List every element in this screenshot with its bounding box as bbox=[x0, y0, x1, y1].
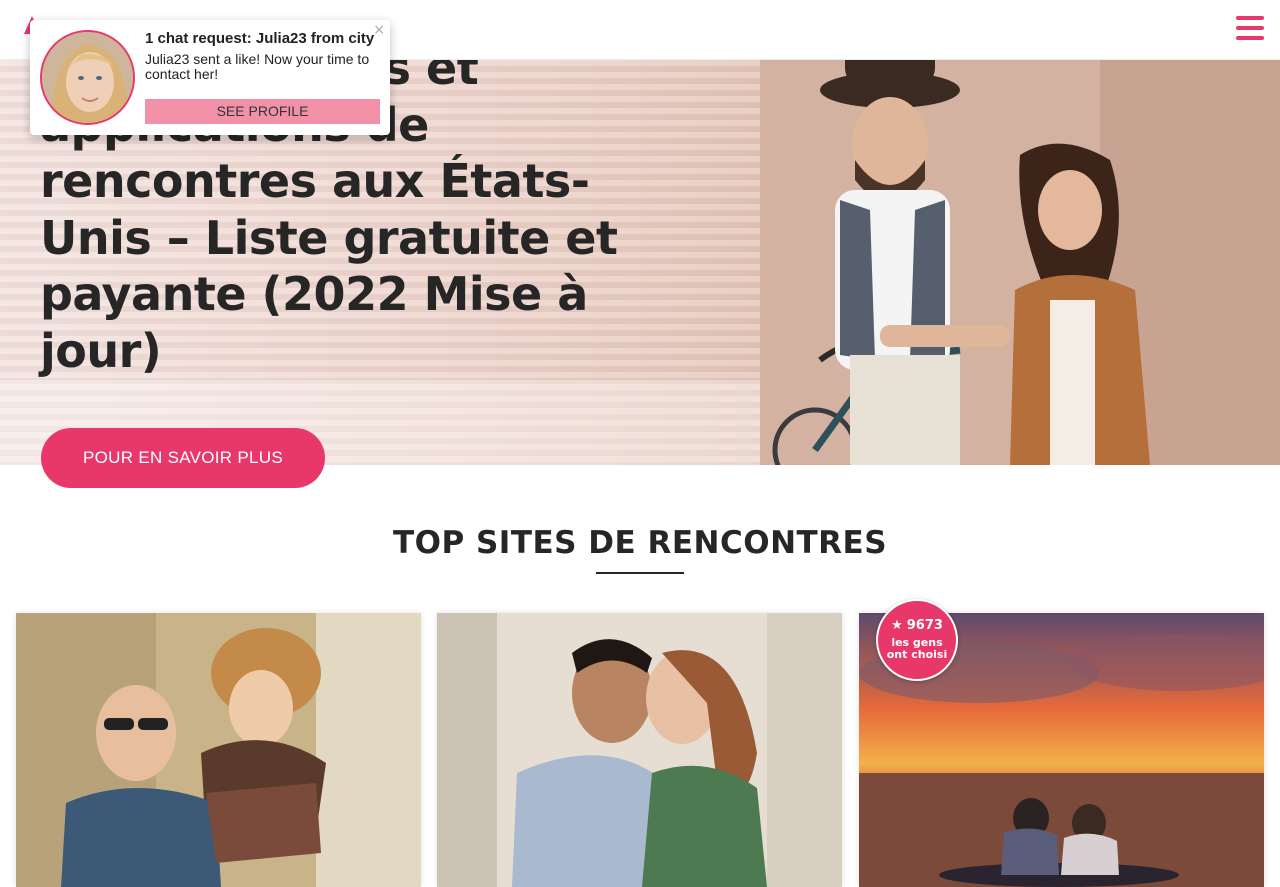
learn-more-button[interactable]: POUR EN SAVOIR PLUS bbox=[41, 428, 325, 488]
card-photo bbox=[16, 613, 421, 887]
notification-title: 1 chat request: Julia23 from city bbox=[145, 30, 375, 47]
hero-couple-photo bbox=[760, 60, 1280, 465]
section-title: TOP SITES DE RENCONTRES bbox=[392, 525, 888, 561]
badge-label: les gens ont choisi bbox=[886, 636, 948, 661]
menu-line bbox=[1236, 36, 1264, 40]
dating-site-card[interactable] bbox=[437, 613, 842, 887]
dating-site-card[interactable] bbox=[16, 613, 421, 887]
avatar[interactable] bbox=[40, 30, 135, 125]
menu-line bbox=[1236, 16, 1264, 20]
see-profile-button[interactable]: SEE PROFILE bbox=[145, 99, 380, 124]
section-divider bbox=[596, 572, 684, 574]
close-icon[interactable]: × bbox=[373, 22, 385, 38]
star-icon: ★ bbox=[891, 618, 903, 633]
popularity-badge: ★ 9673 les gens ont choisi bbox=[876, 599, 958, 681]
card-photo bbox=[437, 613, 842, 887]
hamburger-menu-icon[interactable] bbox=[1236, 16, 1264, 42]
avatar-photo bbox=[42, 32, 133, 123]
badge-count: 9673 bbox=[906, 618, 943, 633]
notification-message: Julia23 sent a like! Now your time to co… bbox=[145, 51, 370, 82]
chat-request-notification: 1 chat request: Julia23 from city Julia2… bbox=[30, 20, 390, 135]
badge-count-row: ★ 9673 bbox=[878, 619, 956, 633]
menu-line bbox=[1236, 26, 1264, 30]
